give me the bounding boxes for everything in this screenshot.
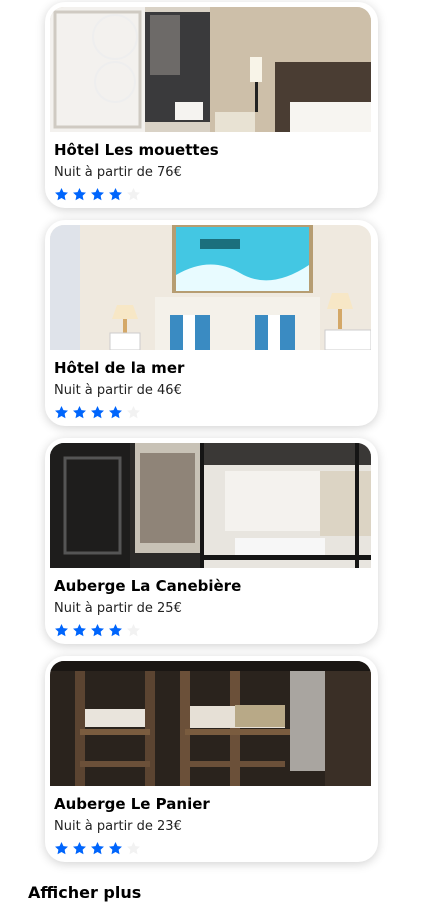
hotel-card[interactable]: Auberge Le Panier Nuit à partir de 23€ <box>45 656 378 862</box>
star-filled-icon <box>55 187 68 201</box>
hotel-price: Nuit à partir de 23€ <box>54 819 182 834</box>
hotel-name: Hôtel de la mer <box>54 359 185 377</box>
star-filled-icon <box>73 623 86 637</box>
star-filled-icon <box>91 405 104 419</box>
star-filled-icon <box>91 187 104 201</box>
hotel-name: Hôtel Les mouettes <box>54 141 219 159</box>
star-rating <box>54 841 369 856</box>
star-empty-icon <box>127 841 140 855</box>
star-filled-icon <box>55 623 68 637</box>
star-rating <box>54 405 369 420</box>
hotel-name: Auberge Le Panier <box>54 795 210 813</box>
hotel-card[interactable]: Hôtel Les mouettes Nuit à partir de 76€ <box>45 2 378 208</box>
star-filled-icon <box>73 187 86 201</box>
hotel-price: Nuit à partir de 25€ <box>54 601 182 616</box>
star-filled-icon <box>109 187 122 201</box>
star-filled-icon <box>91 841 104 855</box>
star-filled-icon <box>109 841 122 855</box>
hotel-list-page: Hôtel Les mouettes Nuit à partir de 76€ <box>0 0 422 912</box>
hotel-photo <box>50 443 371 568</box>
star-filled-icon <box>73 841 86 855</box>
star-empty-icon <box>127 623 140 637</box>
hotel-card[interactable]: Auberge La Canebière Nuit à partir de 25… <box>45 438 378 644</box>
star-empty-icon <box>127 187 140 201</box>
hotel-photo <box>50 661 371 786</box>
hotel-card[interactable]: Hôtel de la mer Nuit à partir de 46€ <box>45 220 378 426</box>
star-filled-icon <box>91 623 104 637</box>
hotel-photo <box>50 7 371 132</box>
show-more-button[interactable]: Afficher plus <box>28 883 141 903</box>
star-filled-icon <box>109 405 122 419</box>
star-filled-icon <box>55 841 68 855</box>
star-empty-icon <box>127 405 140 419</box>
star-rating <box>54 623 369 638</box>
hotel-price: Nuit à partir de 76€ <box>54 165 182 180</box>
star-filled-icon <box>55 405 68 419</box>
star-filled-icon <box>109 623 122 637</box>
star-rating <box>54 187 369 202</box>
hotel-photo <box>50 225 371 350</box>
hotel-name: Auberge La Canebière <box>54 577 242 595</box>
hotel-price: Nuit à partir de 46€ <box>54 383 182 398</box>
star-filled-icon <box>73 405 86 419</box>
